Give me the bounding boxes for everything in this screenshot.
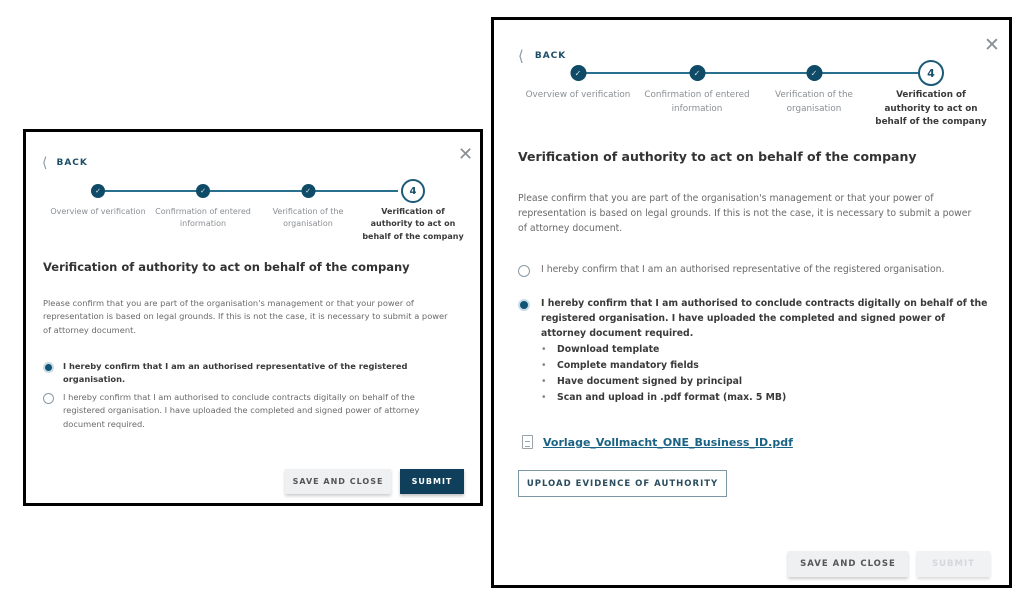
instruction-item: Download template xyxy=(541,342,988,359)
save-and-close-button[interactable]: SAVE AND CLOSE xyxy=(788,551,908,577)
step-4: 4 Verification of authority to act on be… xyxy=(872,60,990,130)
instruction-item: Have document signed by principal xyxy=(541,374,988,391)
document-icon xyxy=(522,435,533,449)
save-and-close-button[interactable]: SAVE AND CLOSE xyxy=(285,469,391,494)
template-file-link[interactable]: Vorlage_Vollmacht_ONE_Business_ID.pdf xyxy=(543,436,793,449)
back-button[interactable]: ⟨ BACK xyxy=(42,155,88,171)
step-2: ✓ Confirmation of entered information xyxy=(153,180,253,231)
option-label: I hereby confirm that I am an authorised… xyxy=(63,361,408,385)
close-icon[interactable]: ✕ xyxy=(458,146,473,164)
instruction-list: Download template Complete mandatory fie… xyxy=(541,342,988,407)
option-label: I hereby confirm that I am an authorised… xyxy=(541,264,945,275)
step-label: Verification of authority to act on beha… xyxy=(362,207,464,241)
dialog-description: Please confirm that you are part of the … xyxy=(43,298,448,335)
progress-stepper: ✓ Overview of verification ✓ Confirmatio… xyxy=(494,60,1009,142)
radio-unchecked-icon[interactable] xyxy=(518,265,530,277)
radio-checked-icon[interactable] xyxy=(43,362,54,373)
step-1: ✓ Overview of verification xyxy=(43,180,153,218)
verification-dialog-representative: ⟨ BACK ✕ ✓ Overview of verification ✓ Co… xyxy=(23,129,483,506)
progress-stepper: ✓ Overview of verification ✓ Confirmatio… xyxy=(26,179,480,260)
template-download[interactable]: Vorlage_Vollmacht_ONE_Business_ID.pdf xyxy=(522,435,793,449)
option-label: I hereby confirm that I am authorised to… xyxy=(541,298,988,339)
step-label: Confirmation of entered information xyxy=(155,207,251,229)
option-authorised-representative[interactable]: I hereby confirm that I am an authorised… xyxy=(518,263,988,278)
step-2: ✓ Confirmation of entered information xyxy=(640,62,755,116)
check-icon: ✓ xyxy=(689,65,705,81)
dialog-title: Verification of authority to act on beha… xyxy=(518,149,917,164)
option-power-of-attorney[interactable]: I hereby confirm that I am authorised to… xyxy=(43,391,443,431)
upload-evidence-button[interactable]: UPLOAD EVIDENCE OF AUTHORITY xyxy=(518,470,727,497)
option-authorised-representative[interactable]: I hereby confirm that I am an authorised… xyxy=(43,360,463,387)
radio-unchecked-icon[interactable] xyxy=(43,393,54,404)
step-3: ✓ Verification of the organisation xyxy=(266,180,351,231)
dialog-description: Please confirm that you are part of the … xyxy=(518,193,972,234)
step-label: Verification of authority to act on beha… xyxy=(875,90,987,128)
instruction-item: Complete mandatory fields xyxy=(541,358,988,375)
close-icon[interactable]: ✕ xyxy=(984,36,1000,55)
step-3: ✓ Verification of the organisation xyxy=(767,62,862,116)
option-label: I hereby confirm that I am authorised to… xyxy=(63,392,420,429)
check-icon: ✓ xyxy=(91,184,105,198)
submit-button-disabled[interactable]: SUBMIT xyxy=(917,551,990,577)
radio-checked-icon[interactable] xyxy=(518,299,530,311)
step-label: Overview of verification xyxy=(525,90,631,100)
step-label: Verification of the organisation xyxy=(775,90,853,114)
check-icon: ✓ xyxy=(806,65,822,81)
option-power-of-attorney[interactable]: I hereby confirm that I am authorised to… xyxy=(518,297,988,407)
submit-button[interactable]: SUBMIT xyxy=(400,469,464,494)
verification-dialog-power-of-attorney: ⟨ BACK ✕ ✓ Overview of verification ✓ Co… xyxy=(491,17,1012,588)
check-icon: ✓ xyxy=(301,184,315,198)
step-number: 4 xyxy=(918,60,944,86)
check-icon: ✓ xyxy=(196,184,210,198)
dialog-title: Verification of authority to act on beha… xyxy=(43,260,410,274)
chevron-left-icon: ⟨ xyxy=(42,155,49,171)
back-label: BACK xyxy=(56,158,88,168)
step-4: 4 Verification of authority to act on be… xyxy=(359,179,467,243)
step-label: Verification of the organisation xyxy=(272,207,344,229)
back-label: BACK xyxy=(534,51,567,61)
instruction-item: Scan and upload in .pdf format (max. 5 M… xyxy=(541,390,988,407)
step-number: 4 xyxy=(401,179,425,203)
step-1: ✓ Overview of verification xyxy=(521,62,636,103)
step-label: Confirmation of entered information xyxy=(644,90,750,114)
check-icon: ✓ xyxy=(570,65,586,81)
step-label: Overview of verification xyxy=(50,207,146,216)
